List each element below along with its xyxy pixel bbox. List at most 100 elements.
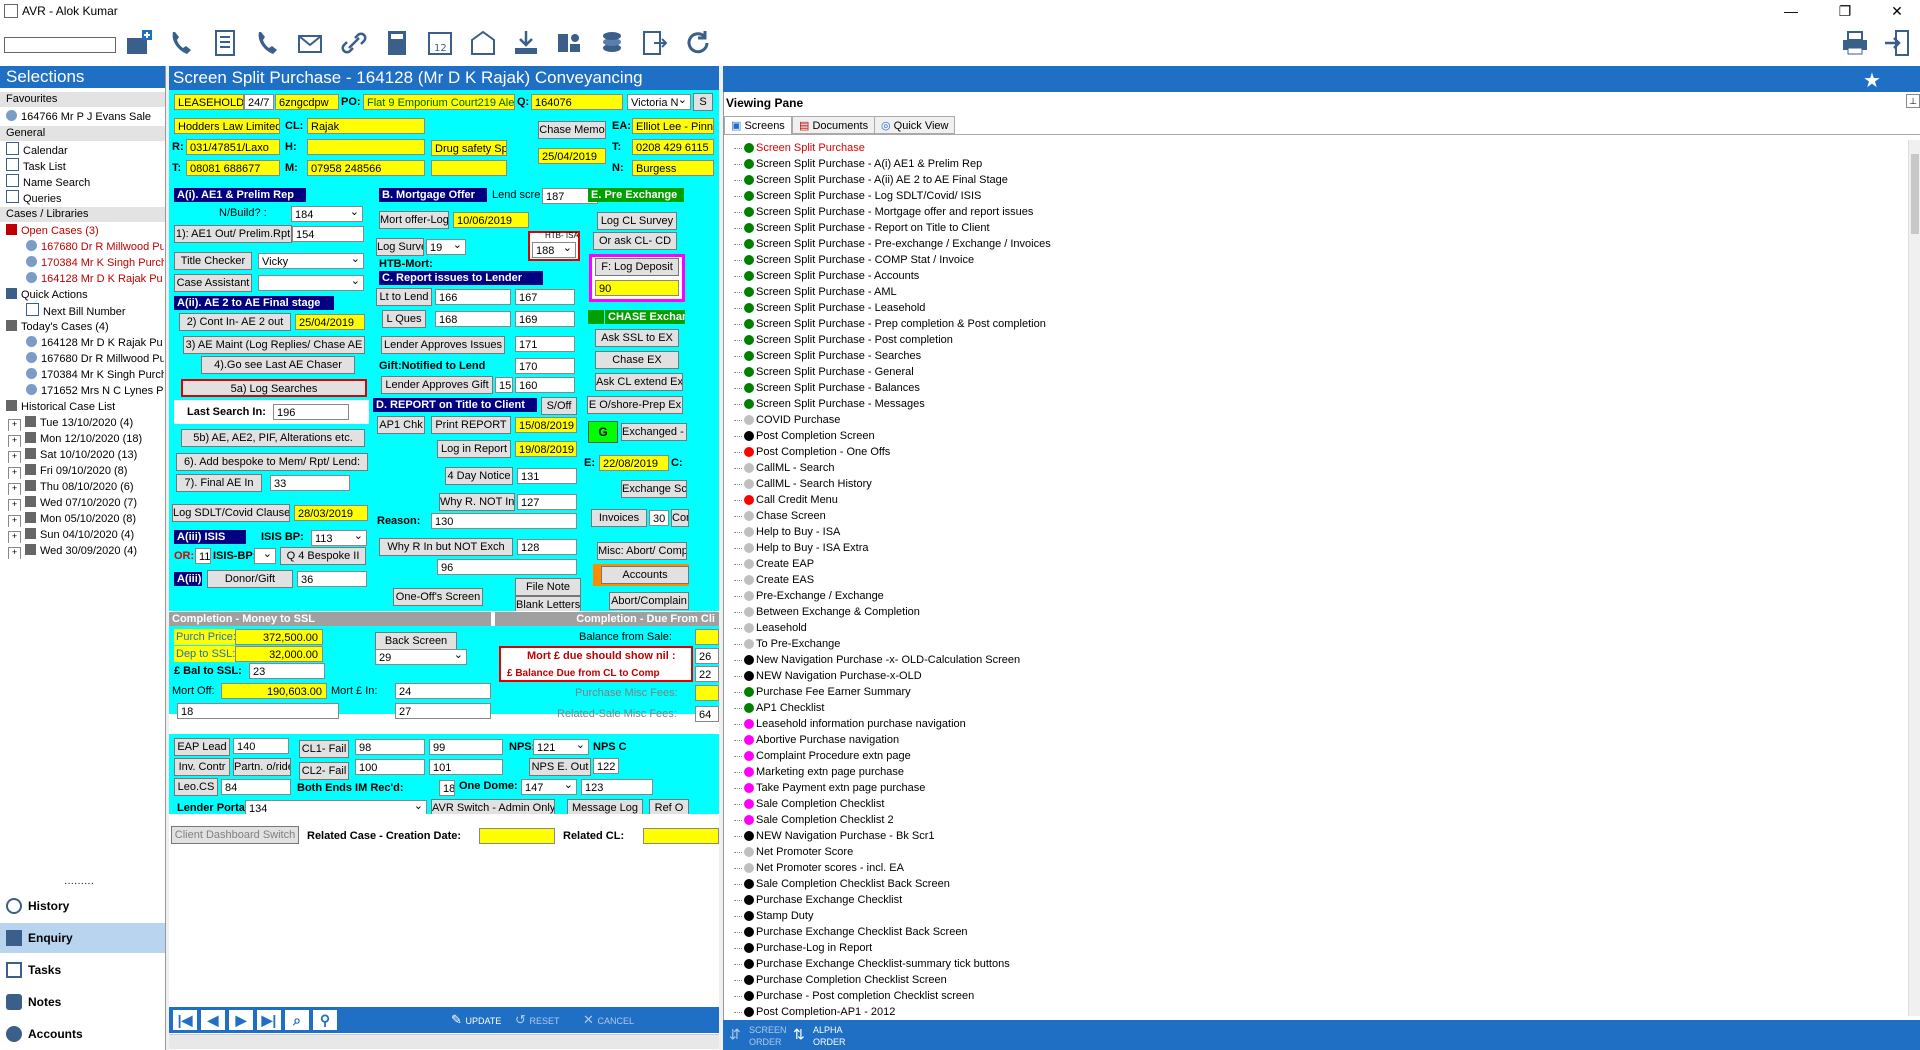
log-survey-button[interactable]: Log Survey bbox=[376, 238, 424, 256]
ae-maint-button[interactable]: 3) AE Maint (Log Replies/ Chase AE bbox=[183, 336, 365, 354]
coins-icon[interactable] bbox=[595, 26, 629, 60]
lt-to-lend-field-b[interactable]: 167 bbox=[515, 289, 575, 305]
screen-list-item[interactable]: Screen Split Purchase - Prep completion … bbox=[734, 316, 1051, 332]
lt-to-lend-button[interactable]: Lt to Lend bbox=[376, 288, 432, 306]
tenure-field[interactable]: LEASEHOLD bbox=[174, 94, 244, 110]
screen-list-item[interactable]: Screen Split Purchase - Accounts bbox=[734, 268, 1051, 284]
nav-tasks[interactable]: Tasks bbox=[0, 955, 165, 985]
form-horizontal-scrollbar[interactable] bbox=[169, 1034, 719, 1049]
lender-approves-field[interactable]: 171 bbox=[515, 336, 575, 352]
print-report-date[interactable]: 15/08/2019 bbox=[515, 417, 577, 433]
screen-list-item[interactable]: Net Promoter scores - incl. EA bbox=[734, 860, 1051, 876]
update-button[interactable]: ✎ UPDATE bbox=[451, 1010, 505, 1030]
quick-actions[interactable]: Quick Actions bbox=[6, 287, 88, 303]
cl1-fail-button[interactable]: CL1- Fail bbox=[299, 740, 349, 758]
go-see-button[interactable]: 4).Go see Last AE Chaser bbox=[201, 356, 355, 374]
screen-list-item[interactable]: Screen Split Purchase - Post completion bbox=[734, 332, 1051, 348]
mobile-user-icon[interactable] bbox=[552, 26, 586, 60]
star-icon[interactable]: ★ bbox=[1863, 68, 1881, 93]
field-27[interactable]: 27 bbox=[395, 703, 491, 719]
screen-list-item[interactable]: Create EAS bbox=[734, 572, 1051, 588]
screen-list-item[interactable]: To Pre-Exchange bbox=[734, 636, 1051, 652]
partn-oride-button[interactable]: Partn. o/ride bbox=[233, 758, 291, 776]
screen-list-item[interactable]: Sale Completion Checklist 2 bbox=[734, 812, 1051, 828]
log-sdlt-button[interactable]: Log SDLT/Covid Clause bbox=[172, 504, 290, 522]
property-address-field[interactable]: Flat 9 Emporium Court219 Alexa bbox=[363, 94, 515, 110]
tenure-hours-field[interactable]: 24/7 bbox=[244, 94, 274, 110]
q4-bespoke-button[interactable]: Q 4 Bespoke II bbox=[280, 547, 366, 565]
today-case-item[interactable]: 167680 Dr R Millwood Pu bbox=[26, 351, 164, 367]
estate-agent-field[interactable]: Elliot Lee - Pinne bbox=[632, 118, 714, 134]
general-item-name-search[interactable]: Name Search bbox=[6, 174, 90, 190]
screen-list-item[interactable]: Purchase Completion Checklist Screen bbox=[734, 972, 1051, 988]
screen-list-item[interactable]: Net Promoter Score bbox=[734, 844, 1051, 860]
printer-icon[interactable] bbox=[1838, 26, 1872, 60]
history-day-item[interactable]: + Wed 30/09/2020 (4) bbox=[8, 543, 137, 559]
screen-list-item[interactable]: AP1 Checklist bbox=[734, 700, 1051, 716]
document-list-icon[interactable] bbox=[208, 26, 242, 60]
ask-ssl-button[interactable]: Ask SSL to EX bbox=[595, 329, 679, 347]
screen-list-item[interactable]: Screen Split Purchase - Log SDLT/Covid/ … bbox=[734, 188, 1051, 204]
expand-icon[interactable]: + bbox=[8, 547, 21, 559]
screen-list-item[interactable]: Stamp Duty bbox=[734, 908, 1051, 924]
screen-list-item[interactable]: Purchase Exchange Checklist bbox=[734, 892, 1051, 908]
screen-list-item[interactable]: Purchase Exchange Checklist-summary tick… bbox=[734, 956, 1051, 972]
favourite-item[interactable]: 164766 Mr P J Evans Sale bbox=[6, 109, 151, 125]
chase-ex-button[interactable]: Chase EX bbox=[595, 351, 679, 369]
next-bill-number[interactable]: Next Bill Number bbox=[26, 303, 126, 319]
cl2-fail-field-b[interactable]: 101 bbox=[429, 759, 503, 775]
screen-list-item[interactable]: CallML - Search bbox=[734, 460, 1051, 476]
gift-notified-field[interactable]: 170 bbox=[515, 358, 575, 374]
screen-list-item[interactable]: Post Completion - One Offs bbox=[734, 444, 1051, 460]
expand-icon[interactable]: + bbox=[8, 419, 21, 431]
lender-approves-button[interactable]: Lender Approves Issues bbox=[381, 336, 505, 354]
history-day-item[interactable]: + Wed 07/10/2020 (7) bbox=[8, 495, 137, 511]
expand-icon[interactable]: + bbox=[8, 531, 21, 543]
refresh-icon[interactable] bbox=[681, 26, 715, 60]
expand-icon[interactable]: + bbox=[8, 451, 21, 463]
deposit-field[interactable]: 90 bbox=[595, 280, 679, 296]
why-r-not-field[interactable]: 127 bbox=[517, 494, 577, 510]
screen-list-item[interactable]: Purchase-Log in Report bbox=[734, 940, 1051, 956]
donor-gift-field[interactable]: 36 bbox=[297, 571, 367, 587]
agent-select[interactable]: Victoria N bbox=[627, 94, 691, 110]
ae-ae2-button[interactable]: 5b) AE, AE2, PIF, Alterations etc. bbox=[181, 429, 365, 447]
tab-documents[interactable]: ▤ Documents bbox=[792, 116, 876, 134]
cancel-button[interactable]: ✕ CANCEL bbox=[583, 1010, 649, 1030]
reason-field[interactable]: 130 bbox=[431, 513, 577, 529]
ae1-out-field[interactable]: 154 bbox=[292, 226, 364, 242]
mobile-field[interactable]: 07958 248566 bbox=[307, 160, 425, 176]
tab-quick-view[interactable]: ◎ Quick View bbox=[874, 116, 956, 134]
agent-phone-field[interactable]: 0208 429 6115 bbox=[632, 139, 714, 155]
exchanged-button[interactable]: Exchanged - N bbox=[621, 423, 687, 441]
screen-list-item[interactable]: Purchase Fee Earner Summary bbox=[734, 684, 1051, 700]
why-r-in-field[interactable]: 128 bbox=[517, 539, 577, 555]
field-18[interactable]: 18 bbox=[177, 703, 339, 719]
close-icon[interactable]: ✕ bbox=[1874, 0, 1920, 22]
history-day-item[interactable]: + Sat 10/10/2020 (13) bbox=[8, 447, 137, 463]
general-item-calendar[interactable]: Calendar bbox=[6, 142, 68, 158]
new-build-select[interactable]: 184 bbox=[291, 206, 363, 222]
mort-offer-date[interactable]: 10/06/2019 bbox=[453, 212, 529, 228]
ae1-out-button[interactable]: 1): AE1 Out/ Prelim.Rpt bbox=[174, 225, 292, 243]
minimize-icon[interactable]: — bbox=[1768, 0, 1814, 22]
quote-field[interactable]: 164076 bbox=[531, 94, 623, 110]
add-case-icon[interactable] bbox=[122, 26, 156, 60]
l-ques-field-b[interactable]: 169 bbox=[515, 311, 575, 327]
why-r-not-button[interactable]: Why R. NOT In bbox=[439, 493, 515, 511]
screen-list-item[interactable]: Screen Split Purchase - A(ii) AE 2 to AE… bbox=[734, 172, 1051, 188]
one-offs-button[interactable]: One-Off's Screen bbox=[393, 588, 483, 606]
screen-list-item[interactable]: Chase Screen bbox=[734, 508, 1051, 524]
history-day-item[interactable]: + Mon 12/10/2020 (18) bbox=[8, 431, 142, 447]
leo-cs-field[interactable]: 84 bbox=[221, 779, 291, 795]
expand-icon[interactable]: + bbox=[8, 483, 21, 495]
export-doc-icon[interactable] bbox=[638, 26, 672, 60]
reset-button[interactable]: ↺ RESET bbox=[515, 1010, 569, 1030]
purch-price-field[interactable]: 372,500.00 bbox=[235, 629, 323, 645]
field-123[interactable]: 123 bbox=[581, 779, 653, 795]
open-case-item[interactable]: 170384 Mr K Singh Purch bbox=[26, 255, 164, 271]
open-mail-icon[interactable] bbox=[466, 26, 500, 60]
tab-screens[interactable]: ▣ Screens bbox=[724, 116, 792, 134]
client-field[interactable]: Rajak bbox=[307, 118, 425, 134]
accounts-button[interactable]: Accounts bbox=[601, 566, 689, 584]
